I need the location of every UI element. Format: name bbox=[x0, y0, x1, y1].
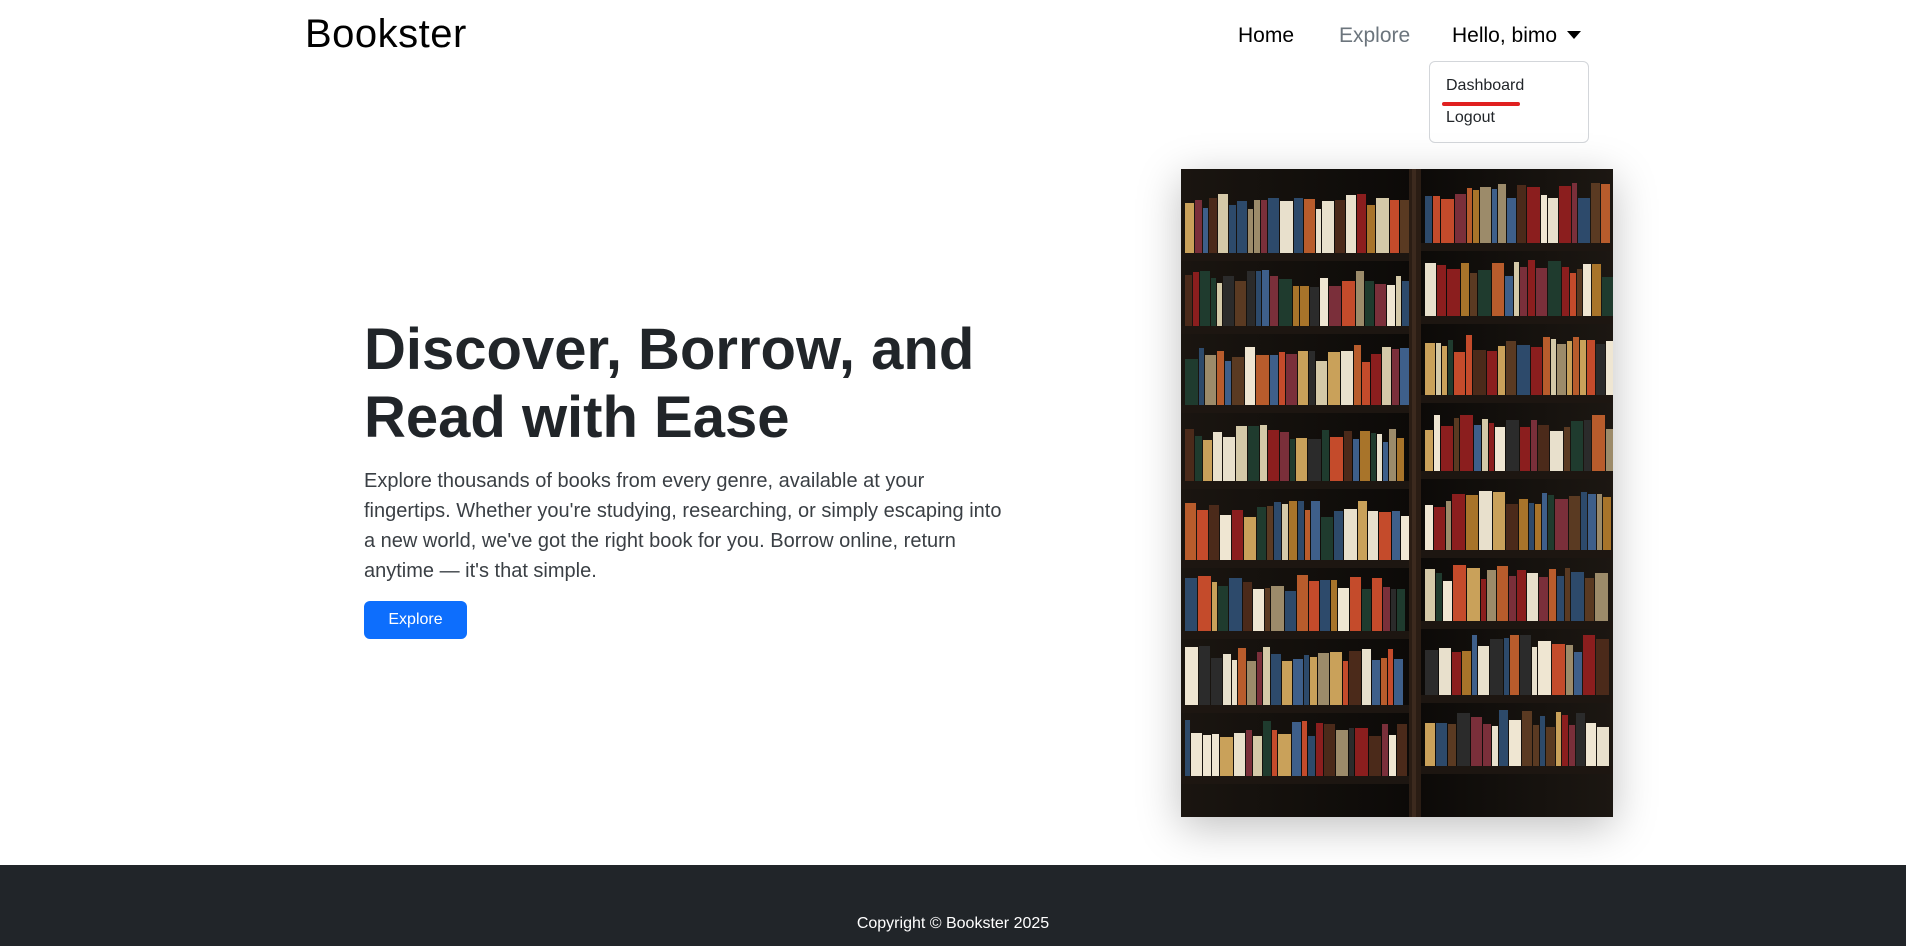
explore-button[interactable]: Explore bbox=[364, 601, 467, 639]
nav-explore-link[interactable]: Explore bbox=[1339, 24, 1410, 48]
hero-description: Explore thousands of books from every ge… bbox=[364, 470, 1002, 582]
caret-down-icon bbox=[1567, 31, 1582, 39]
dropdown-item-logout[interactable]: Logout bbox=[1446, 109, 1495, 127]
footer: Copyright © Bookster 2025 bbox=[0, 865, 1906, 946]
navbar: Bookster Home Explore Hello, bimo bbox=[0, 0, 1906, 76]
copyright-text: Copyright © Bookster 2025 bbox=[856, 915, 1050, 932]
nav-home-link[interactable]: Home bbox=[1238, 24, 1294, 48]
user-greeting: Hello, bimo bbox=[1452, 24, 1558, 47]
annotation-underline bbox=[1442, 102, 1520, 106]
brand-logo[interactable]: Bookster bbox=[305, 12, 467, 57]
bookshelf-image bbox=[1181, 169, 1613, 817]
user-menu-toggle[interactable]: Hello, bimo bbox=[1452, 24, 1582, 48]
user-dropdown-menu: Dashboard Logout bbox=[1429, 61, 1589, 143]
hero-title: Discover, Borrow, and Read with Ease bbox=[364, 317, 975, 450]
dropdown-item-dashboard[interactable]: Dashboard bbox=[1446, 77, 1524, 95]
